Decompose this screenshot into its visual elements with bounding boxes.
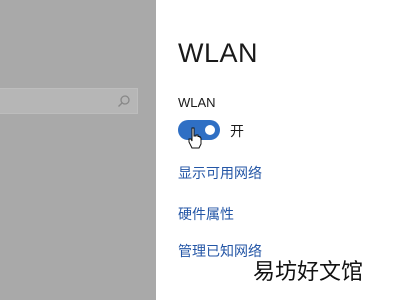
settings-window: WLAN WLAN 开 显示可用网络 硬件属性 管理已知网络 易坊好文馆 xyxy=(0,0,400,300)
site-watermark: 易坊好文馆 xyxy=(253,260,364,285)
settings-nav-pane xyxy=(0,0,156,300)
manage-known-networks-link[interactable]: 管理已知网络 xyxy=(178,241,262,261)
wlan-toggle-label: WLAN xyxy=(178,95,216,110)
search-icon[interactable] xyxy=(117,94,131,108)
page-title: WLAN xyxy=(178,38,259,68)
search-input[interactable] xyxy=(0,88,138,114)
wlan-toggle-state: 开 xyxy=(230,124,244,140)
toggle-knob xyxy=(205,125,215,135)
show-available-networks-link[interactable]: 显示可用网络 xyxy=(178,163,262,183)
hand-cursor-icon xyxy=(188,127,202,149)
hardware-properties-link[interactable]: 硬件属性 xyxy=(178,204,234,224)
